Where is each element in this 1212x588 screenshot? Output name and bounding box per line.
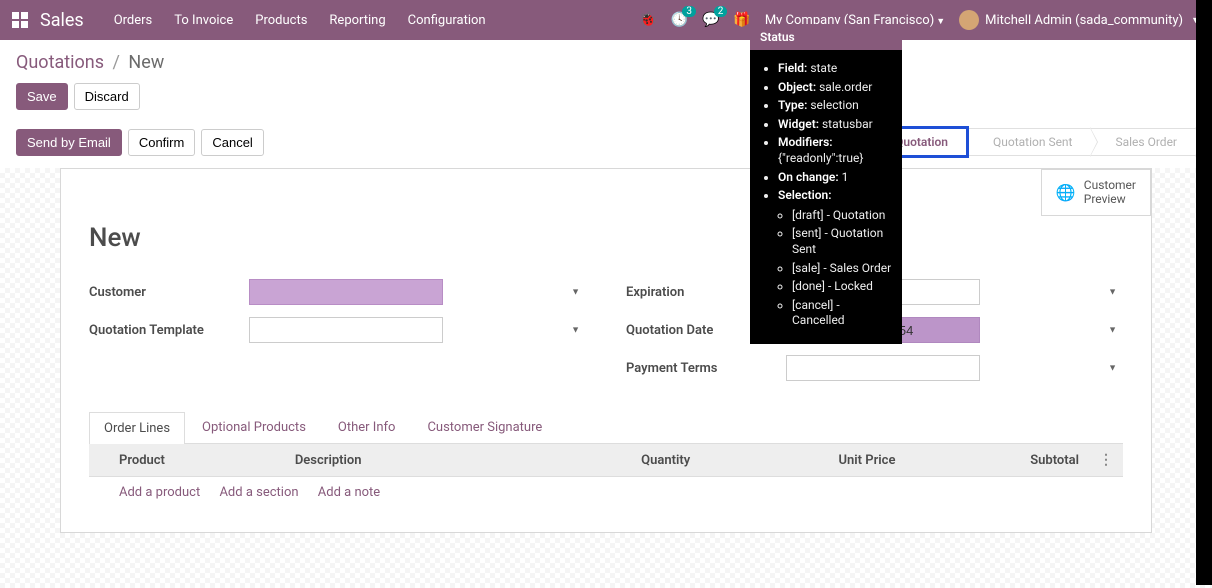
- nav-menu: Orders To Invoice Products Reporting Con…: [114, 13, 486, 28]
- activities-icon[interactable]: 🕓3: [671, 12, 688, 28]
- th-unit-price: Unit Price: [700, 444, 905, 477]
- apps-icon[interactable]: [12, 12, 28, 28]
- customer-field[interactable]: [249, 279, 443, 305]
- quotation-template-field[interactable]: [249, 317, 443, 343]
- sheet-bg: 🌐 Customer Preview New Customer ▼ Expira…: [0, 168, 1212, 588]
- tooltip-title: Status: [750, 24, 902, 50]
- status-quotation-sent[interactable]: Quotation Sent: [969, 128, 1092, 156]
- topbar: Sales Orders To Invoice Products Reporti…: [0, 0, 1212, 40]
- form-grid: Customer ▼ Expiration ▼ Quotation Templa…: [89, 279, 1123, 381]
- tab-optional-products[interactable]: Optional Products: [187, 411, 321, 443]
- save-button[interactable]: Save: [16, 83, 68, 110]
- action-row: Save Discard: [0, 79, 1212, 120]
- customer-preview-button[interactable]: 🌐 Customer Preview: [1041, 169, 1151, 216]
- debug-icon[interactable]: 🐞: [639, 12, 656, 28]
- user-menu[interactable]: Mitchell Admin (sada_community) ▼: [959, 10, 1200, 30]
- tab-order-lines[interactable]: Order Lines: [89, 412, 185, 444]
- breadcrumb: Quotations / New: [0, 40, 1212, 79]
- debug-tooltip: Status Field: state Object: sale.order T…: [750, 24, 902, 344]
- right-edge: [1196, 0, 1212, 585]
- menu-products[interactable]: Products: [255, 13, 307, 28]
- breadcrumb-module[interactable]: Quotations: [16, 52, 104, 73]
- th-description: Description: [285, 444, 516, 477]
- gift-icon[interactable]: 🎁: [733, 12, 750, 28]
- add-product-link[interactable]: Add a product: [119, 485, 200, 500]
- label-customer: Customer: [89, 285, 249, 300]
- discuss-icon[interactable]: 💬2: [702, 12, 719, 28]
- add-note-link[interactable]: Add a note: [318, 485, 380, 500]
- kebab-icon[interactable]: ⋮: [1099, 452, 1113, 468]
- statusbar: Quotation Quotation Sent Sales Order: [868, 126, 1196, 158]
- tab-customer-signature[interactable]: Customer Signature: [412, 411, 557, 443]
- tab-other-info[interactable]: Other Info: [323, 411, 411, 443]
- label-quotation-template: Quotation Template: [89, 323, 249, 338]
- tabs: Order Lines Optional Products Other Info…: [89, 411, 1123, 444]
- cancel-button[interactable]: Cancel: [201, 129, 263, 156]
- th-subtotal: Subtotal: [905, 444, 1089, 477]
- table-row: Add a product Add a section Add a note: [89, 477, 1123, 509]
- page-title: New: [89, 223, 1123, 253]
- payment-terms-field[interactable]: [786, 355, 980, 381]
- order-lines-table: Product Description Quantity Unit Price …: [89, 444, 1123, 508]
- form-sheet: 🌐 Customer Preview New Customer ▼ Expira…: [60, 168, 1152, 533]
- send-email-button[interactable]: Send by Email: [16, 129, 122, 156]
- menu-reporting[interactable]: Reporting: [329, 13, 385, 28]
- menu-configuration[interactable]: Configuration: [408, 13, 486, 28]
- avatar: [959, 10, 979, 30]
- menu-orders[interactable]: Orders: [114, 13, 153, 28]
- globe-icon: 🌐: [1056, 183, 1076, 202]
- app-title: Sales: [40, 10, 84, 31]
- discard-button[interactable]: Discard: [74, 83, 140, 110]
- breadcrumb-current: New: [128, 52, 164, 73]
- label-payment-terms: Payment Terms: [626, 361, 786, 376]
- statusbar-row: Send by Email Confirm Cancel Quotation Q…: [0, 120, 1212, 168]
- menu-to-invoice[interactable]: To Invoice: [174, 13, 233, 28]
- confirm-button[interactable]: Confirm: [128, 129, 196, 156]
- add-section-link[interactable]: Add a section: [219, 485, 298, 500]
- th-quantity: Quantity: [516, 444, 700, 477]
- th-product: Product: [109, 444, 285, 477]
- status-sales-order[interactable]: Sales Order: [1091, 128, 1196, 156]
